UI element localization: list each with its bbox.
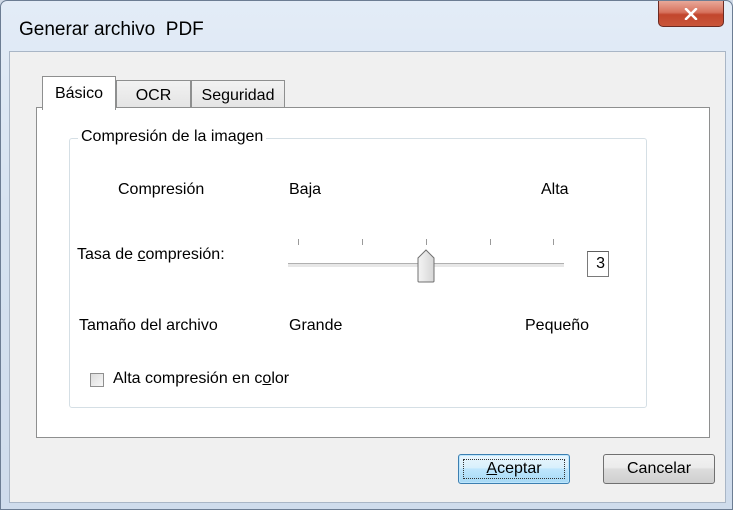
high-color-compression-checkbox[interactable]	[90, 373, 104, 387]
group-legend: Compresión de la imagen	[78, 128, 267, 146]
tab-ocr[interactable]: OCR	[116, 80, 191, 110]
slider-tick	[490, 239, 491, 245]
small-label: Pequeño	[525, 317, 590, 334]
image-compression-group: Compresión de la imagen	[69, 128, 647, 408]
compression-rate-label-post: ompresión:	[145, 246, 225, 263]
dialog-window: Generar archivo PDF Básico OCR Seguridad…	[0, 0, 733, 510]
high-color-compression-label[interactable]: Alta compresión en color	[113, 370, 289, 388]
slider-thumb-icon	[417, 249, 434, 283]
close-button[interactable]	[658, 1, 724, 27]
cancel-button[interactable]: Cancelar	[603, 454, 715, 484]
slider-tick	[426, 239, 427, 245]
compression-slider-thumb[interactable]	[416, 249, 436, 288]
large-label: Grande	[289, 317, 343, 334]
compression-label: Compresión	[118, 181, 205, 198]
accept-button-label-rest: ceptar	[497, 460, 542, 477]
high-label: Alta	[541, 181, 569, 198]
compression-rate-label-pre: Tasa de	[77, 246, 138, 263]
slider-tick	[298, 239, 299, 245]
high-color-compression-label-post: lor	[271, 370, 290, 387]
high-color-compression-label-mnemonic: o	[262, 370, 272, 387]
accept-button[interactable]: Aceptar	[458, 454, 570, 484]
high-color-compression-label-pre: Alta compresión en c	[113, 370, 263, 387]
file-size-label: Tamaño del archivo	[79, 317, 218, 334]
slider-tick	[553, 239, 554, 245]
window-title: Generar archivo PDF	[19, 19, 204, 40]
tab-seguridad[interactable]: Seguridad	[191, 80, 285, 110]
accept-button-mnemonic: A	[486, 460, 498, 477]
close-icon	[684, 7, 698, 20]
tab-basico[interactable]: Básico	[42, 76, 116, 110]
compression-rate-value: 3	[587, 251, 609, 277]
accept-button-label: Aceptar	[486, 460, 541, 478]
compression-rate-label: Tasa de compresión:	[77, 246, 225, 264]
low-label: Baja	[289, 181, 322, 198]
slider-tick	[362, 239, 363, 245]
dialog-client-area: Básico OCR Seguridad Compresión de la im…	[9, 51, 726, 503]
